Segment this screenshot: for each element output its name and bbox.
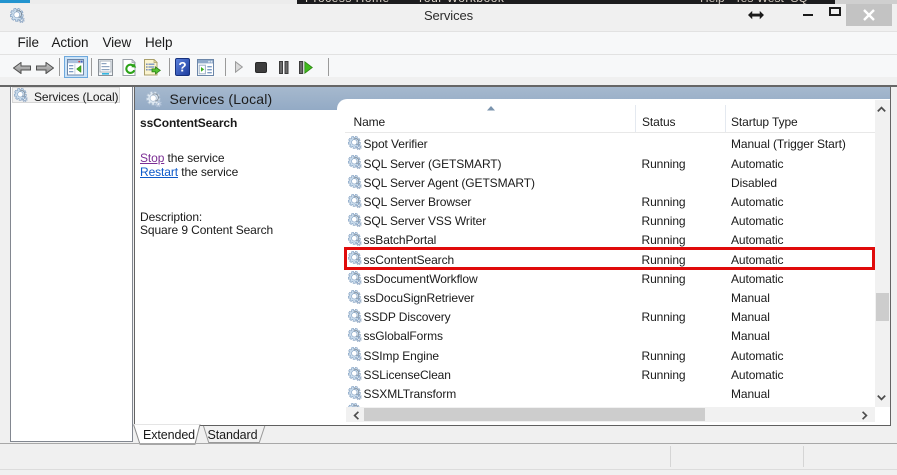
- svg-text:?: ?: [178, 60, 186, 75]
